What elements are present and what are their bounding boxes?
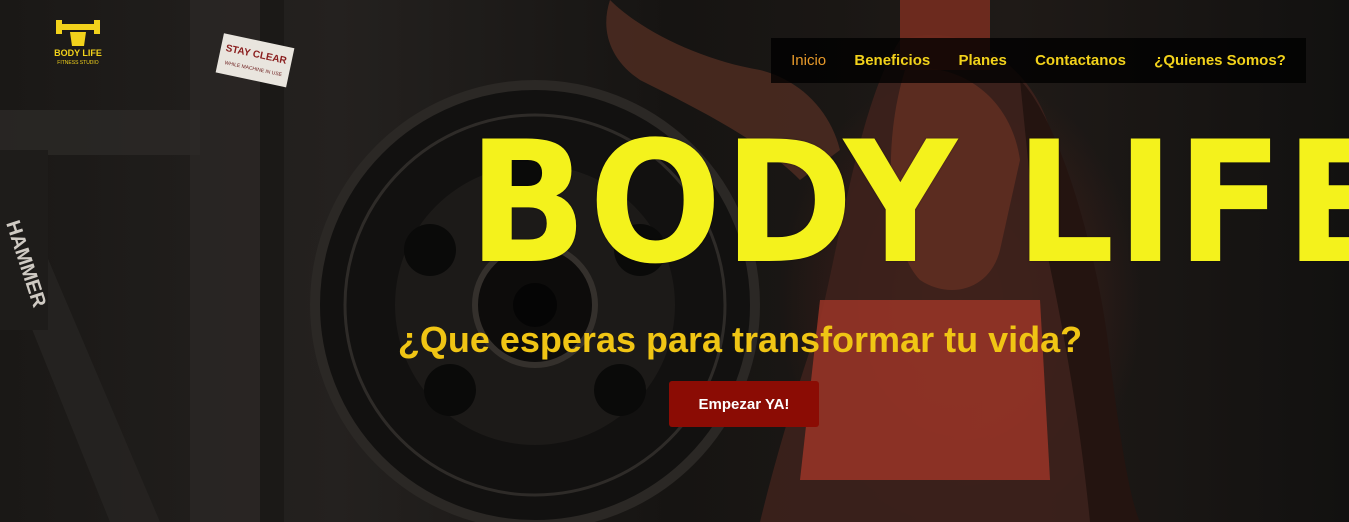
nav-item-inicio[interactable]: Inicio (791, 52, 826, 69)
start-now-button[interactable]: Empezar YA! (669, 381, 819, 427)
nav-item-planes[interactable]: Planes (958, 52, 1006, 69)
hero-section: STAY CLEAR WHILE MACHINE IN USE HAMMER B… (0, 0, 1349, 522)
nav-item-contactanos[interactable]: Contactanos (1035, 52, 1126, 69)
logo-name: BODY LIFE (54, 48, 102, 58)
nav-item-beneficios[interactable]: Beneficios (854, 52, 930, 69)
hero-brand-title: BODY LIFE (468, 105, 1349, 301)
hero-tagline: ¿Que esperas para transformar tu vida? (397, 319, 1083, 360)
dumbbell-fist-icon (56, 20, 100, 46)
main-nav: Inicio Beneficios Planes Contactanos ¿Qu… (771, 38, 1306, 83)
logo-subtitle: FITNESS STUDIO (57, 60, 99, 66)
nav-item-quienes-somos[interactable]: ¿Quienes Somos? (1154, 52, 1286, 69)
body-life-logo[interactable]: BODY LIFE FITNESS STUDIO (52, 12, 104, 68)
